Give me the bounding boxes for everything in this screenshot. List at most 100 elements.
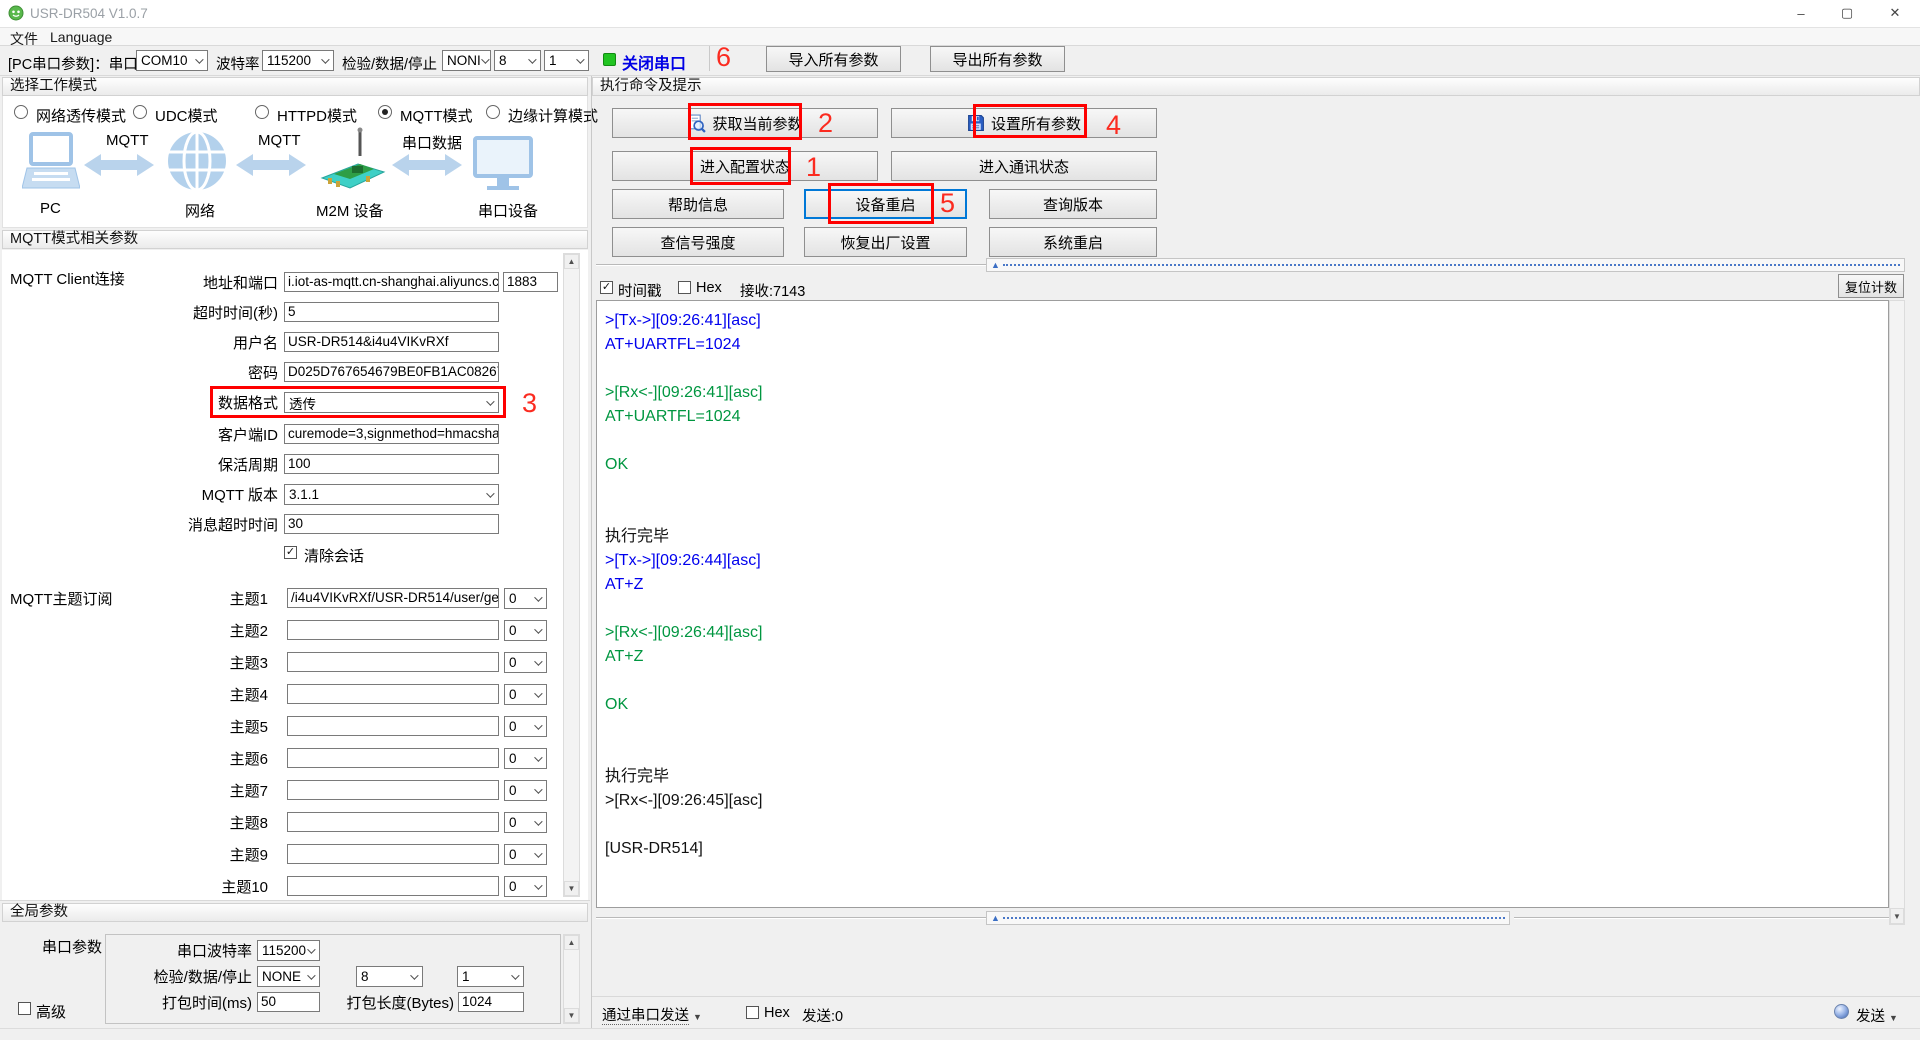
data-format-select[interactable]: 透传 (284, 392, 499, 413)
help-button[interactable]: 帮助信息 (612, 189, 784, 219)
pack-len-input[interactable]: 1024 (458, 992, 524, 1012)
topic-input[interactable] (287, 684, 499, 704)
global-baud-select[interactable]: 115200 (257, 940, 320, 961)
topic-qos-select[interactable]: 0 (504, 812, 547, 833)
radio-udc-mode[interactable] (133, 105, 147, 119)
send-button[interactable]: 发送 ▼ (1856, 1005, 1898, 1026)
send-hex-checkbox[interactable] (746, 1006, 759, 1019)
chevron-down-icon (410, 970, 419, 980)
system-reboot-button[interactable]: 系统重启 (989, 227, 1157, 257)
port-input[interactable]: 1883 (503, 272, 558, 292)
close-button[interactable]: ✕ (1870, 0, 1920, 26)
radio-net-transparent[interactable] (14, 105, 28, 119)
baud-label: 波特率 (216, 57, 260, 73)
msg-timeout-input[interactable]: 30 (284, 514, 499, 534)
topic-label: 主题3 (229, 655, 268, 672)
log-line: 执行完毕 (605, 528, 670, 545)
topic-input[interactable] (287, 748, 499, 768)
close-port-button[interactable]: 关闭串口 (622, 50, 686, 74)
scroll-down-icon[interactable]: ▼ (564, 881, 579, 896)
topic-input[interactable] (287, 620, 499, 640)
timestamp-checkbox[interactable]: ✓ (600, 281, 613, 294)
export-params-button[interactable]: 导出所有参数 (930, 46, 1065, 72)
menu-language[interactable]: Language (50, 29, 112, 45)
topic-qos-select[interactable]: 0 (504, 876, 547, 897)
send-via-serial-dropdown[interactable]: 通过串口发送 ▼ (602, 1004, 702, 1025)
topic-qos-select[interactable]: 0 (504, 684, 547, 705)
global-stopbits-select[interactable]: 1 (457, 966, 524, 987)
password-input[interactable]: D025D767654679BE0FB1AC08267C7 (284, 362, 499, 382)
log-line: OK (605, 456, 629, 473)
scroll-down-icon[interactable]: ▼ (1890, 908, 1904, 924)
scroll-up-icon[interactable]: ▲ (564, 254, 579, 269)
client-id-input[interactable]: curemode=3,signmethod=hmacsha1| (284, 424, 499, 444)
pack-time-label: 打包时间(ms) (162, 995, 252, 1012)
topic-input[interactable] (287, 780, 499, 800)
radio-edge-mode[interactable] (486, 105, 500, 119)
global-scrollbar[interactable]: ▲ ▼ (563, 934, 580, 1024)
pc-port-select[interactable]: COM10 (136, 50, 208, 71)
global-databits-select[interactable]: 8 (356, 966, 423, 987)
query-version-button[interactable]: 查询版本 (989, 189, 1157, 219)
query-signal-button[interactable]: 查信号强度 (612, 227, 784, 257)
username-input[interactable]: USR-DR514&i4u4VIKvRXf (284, 332, 499, 352)
chevron-down-icon (511, 970, 520, 980)
databits-select[interactable]: 8 (494, 50, 541, 71)
topic-input[interactable] (287, 844, 499, 864)
import-params-button[interactable]: 导入所有参数 (766, 46, 901, 72)
enter-comm-button[interactable]: 进入通讯状态 (891, 151, 1157, 181)
chevron-down-icon (534, 784, 543, 794)
mqtt-version-label: MQTT 版本 (201, 487, 278, 504)
topic-input[interactable]: /i4u4VIKvRXf/USR-DR514/user/get (287, 588, 499, 608)
topic-label: 主题6 (229, 751, 268, 768)
params-scrollbar[interactable]: ▲ ▼ (563, 253, 580, 897)
topic-input[interactable] (287, 652, 499, 672)
topic-input[interactable] (287, 812, 499, 832)
log-scroll-groove (596, 917, 986, 919)
enter-config-button[interactable]: 进入配置状态 (612, 151, 878, 181)
topic-qos-select[interactable]: 0 (504, 716, 547, 737)
address-input[interactable]: i.iot-as-mqtt.cn-shanghai.aliyuncs.com (284, 272, 499, 292)
topic-qos-select[interactable]: 0 (504, 652, 547, 673)
minimize-button[interactable]: – (1778, 0, 1824, 26)
scroll-down-icon[interactable]: ▼ (564, 1008, 579, 1023)
topic-qos-select[interactable]: 0 (504, 780, 547, 801)
search-document-icon (689, 114, 707, 133)
slider-thumb-icon[interactable]: ▲ (991, 261, 1000, 270)
log-top-trackbar[interactable]: ▲ (986, 258, 1905, 272)
baud-select[interactable]: 115200 (262, 50, 334, 71)
timeout-input[interactable]: 5 (284, 302, 499, 322)
topic-qos-select[interactable]: 0 (504, 844, 547, 865)
parity-select[interactable]: NONI (442, 50, 491, 71)
mqtt-version-select[interactable]: 3.1.1 (284, 484, 499, 505)
topic-qos-select[interactable]: 0 (504, 748, 547, 769)
radio-httpd-mode[interactable] (255, 105, 269, 119)
global-parity-select[interactable]: NONE (257, 966, 320, 987)
pack-time-input[interactable]: 50 (257, 992, 320, 1012)
advanced-checkbox[interactable] (18, 1002, 31, 1015)
log-hex-checkbox[interactable] (678, 281, 691, 294)
stopbits-select[interactable]: 1 (544, 50, 589, 71)
slider-thumb-icon[interactable]: ▲ (991, 914, 1000, 923)
diagram-device-label: M2M 设备 (316, 203, 384, 220)
diagram-network-label: 网络 (185, 203, 216, 220)
log-bottom-trackbar[interactable]: ▲ (986, 911, 1510, 925)
scroll-up-icon[interactable]: ▲ (564, 935, 579, 950)
factory-reset-button[interactable]: 恢复出厂设置 (804, 227, 967, 257)
keepalive-input[interactable]: 100 (284, 454, 499, 474)
reset-count-button[interactable]: 复位计数 (1838, 274, 1904, 298)
topic-input[interactable] (287, 716, 499, 736)
log-vertical-scrollbar[interactable]: ▼ (1889, 300, 1905, 925)
get-params-button[interactable]: 获取当前参数 (612, 108, 878, 138)
topic-qos-select[interactable]: 0 (504, 620, 547, 641)
clean-session-checkbox[interactable]: ✓ (284, 546, 297, 559)
radio-mqtt-mode[interactable] (378, 105, 392, 119)
menu-file[interactable]: 文件 (10, 29, 38, 49)
maximize-button[interactable]: ▢ (1824, 0, 1870, 26)
log-scroll-groove (1514, 917, 1889, 919)
log-output-area[interactable]: >[Tx->][09:26:41][asc] AT+UARTFL=1024 >[R… (596, 300, 1889, 908)
send-orb-icon (1834, 1004, 1849, 1019)
address-label: 地址和端口 (202, 275, 278, 292)
topic-input[interactable] (287, 876, 499, 896)
topic-qos-select[interactable]: 0 (504, 588, 547, 609)
